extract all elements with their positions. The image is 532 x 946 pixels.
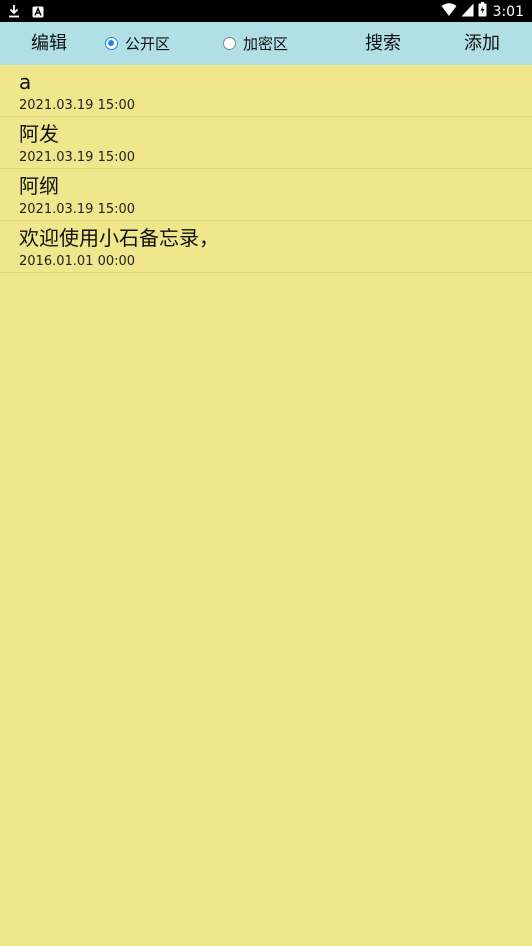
a-box-icon xyxy=(32,3,44,22)
note-date: 2021.03.19 15:00 xyxy=(19,202,136,217)
radio-unchecked-icon[interactable] xyxy=(223,37,236,50)
status-right-icons: 3:01 xyxy=(441,2,524,21)
status-bar: 3:01 xyxy=(0,0,532,22)
status-left-icons xyxy=(8,3,44,22)
add-button[interactable]: 添加 xyxy=(464,22,500,65)
list-item[interactable]: 阿纲 2021.03.19 15:00 xyxy=(0,169,532,221)
public-zone-label: 公开区 xyxy=(125,35,171,53)
note-title: 阿发 xyxy=(19,122,59,146)
cell-signal-icon xyxy=(461,2,474,21)
status-time: 3:01 xyxy=(492,3,524,20)
note-title: 阿纲 xyxy=(19,174,59,198)
notes-list: a 2021.03.19 15:00 阿发 2021.03.19 15:00 阿… xyxy=(0,65,532,273)
list-item[interactable]: a 2021.03.19 15:00 xyxy=(0,65,532,117)
note-date: 2021.03.19 15:00 xyxy=(19,98,136,113)
public-zone-radio[interactable]: 公开区 xyxy=(105,22,170,65)
search-button[interactable]: 搜索 xyxy=(365,22,401,65)
encrypted-zone-label: 加密区 xyxy=(243,35,289,53)
note-date: 2016.01.01 00:00 xyxy=(19,254,136,269)
radio-checked-icon[interactable] xyxy=(105,37,118,50)
list-item[interactable]: 欢迎使用小石备忘录， 2016.01.01 00:00 xyxy=(0,221,532,273)
note-date: 2021.03.19 15:00 xyxy=(19,150,136,165)
wifi-icon xyxy=(441,2,457,21)
list-item[interactable]: 阿发 2021.03.19 15:00 xyxy=(0,117,532,169)
download-icon xyxy=(8,3,20,22)
note-title: a xyxy=(19,70,32,94)
edit-button[interactable]: 编辑 xyxy=(31,22,67,65)
encrypted-zone-radio[interactable]: 加密区 xyxy=(223,22,288,65)
battery-icon xyxy=(478,2,487,21)
toolbar: 编辑 公开区 加密区 搜索 添加 xyxy=(0,22,532,65)
note-title: 欢迎使用小石备忘录， xyxy=(19,226,219,250)
